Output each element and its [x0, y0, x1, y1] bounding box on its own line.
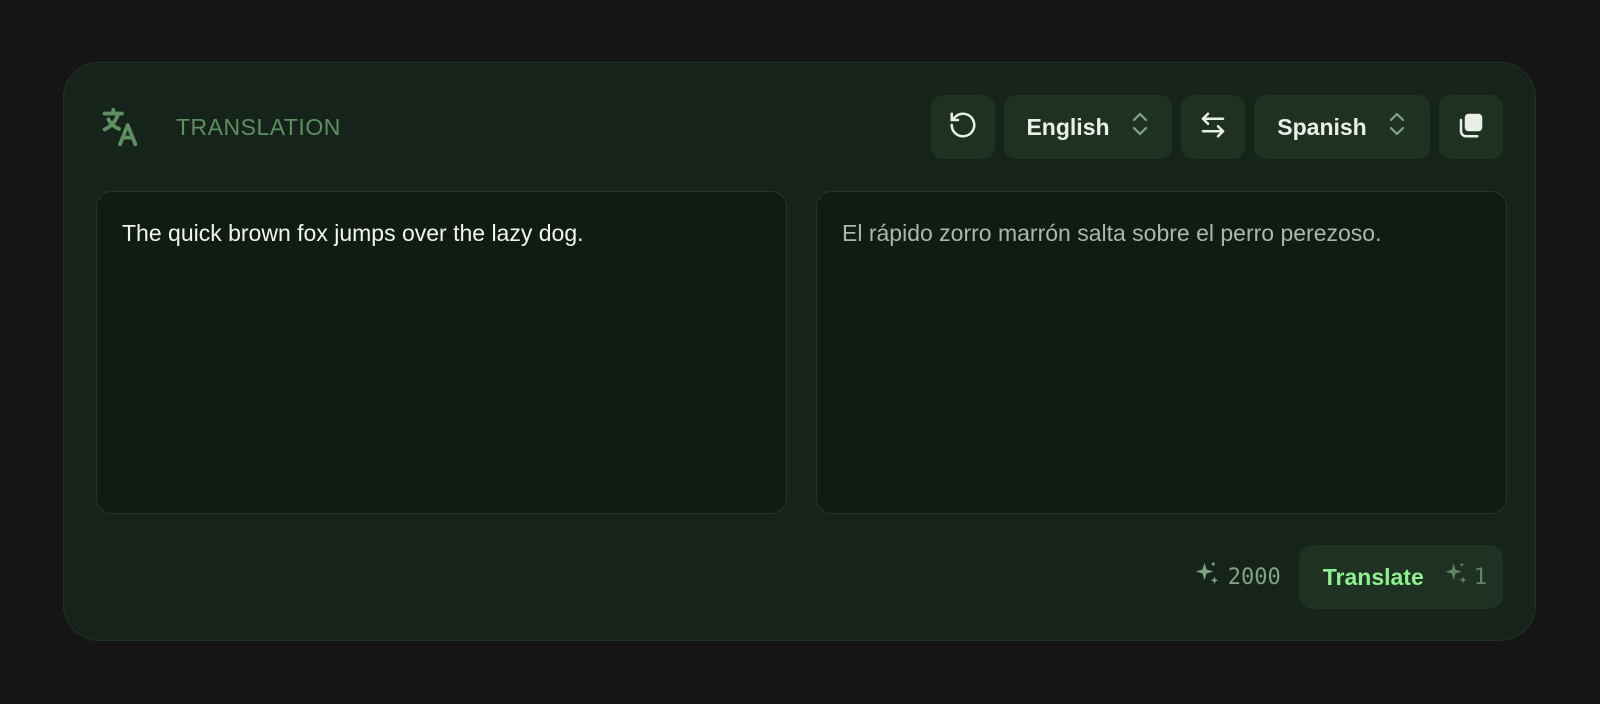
sparkles-icon — [1442, 560, 1470, 594]
target-language-select[interactable]: Spanish — [1254, 95, 1430, 159]
translated-text-output: El rápido zorro marrón salta sobre el pe… — [816, 191, 1507, 514]
card-title: TRANSLATION — [176, 113, 341, 140]
source-language-select[interactable]: English — [1004, 95, 1172, 159]
copy-button[interactable] — [1439, 95, 1503, 159]
translate-cost: 1 — [1442, 560, 1487, 594]
brand: TRANSLATION — [96, 95, 341, 159]
arrows-left-right-icon — [1198, 110, 1228, 145]
sparkles-icon — [1192, 559, 1222, 595]
translation-card: TRANSLATION English Spanish The quick br… — [63, 62, 1536, 641]
chevrons-up-down-icon — [1387, 110, 1407, 144]
chevrons-up-down-icon — [1130, 110, 1150, 144]
translation-panels: The quick brown fox jumps over the lazy … — [96, 191, 1507, 514]
swap-languages-button[interactable] — [1181, 95, 1245, 159]
reset-button[interactable] — [931, 95, 995, 159]
card-footer: 2000 Translate 1 — [1192, 545, 1503, 609]
source-language-label: English — [1026, 113, 1110, 140]
translate-button[interactable]: Translate 1 — [1298, 545, 1503, 609]
rotate-ccw-icon — [948, 110, 978, 145]
translate-cost-value: 1 — [1473, 564, 1487, 590]
source-text-area[interactable]: The quick brown fox jumps over the lazy … — [96, 191, 787, 514]
translate-button-label: Translate — [1322, 563, 1424, 590]
target-language-label: Spanish — [1277, 113, 1367, 140]
credits-count: 2000 — [1227, 564, 1281, 590]
translate-icon — [96, 103, 144, 151]
card-header: TRANSLATION English Spanish — [96, 95, 1503, 159]
credits-balance: 2000 — [1192, 559, 1281, 595]
copy-icon — [1456, 110, 1486, 145]
toolbar: English Spanish — [931, 95, 1503, 159]
